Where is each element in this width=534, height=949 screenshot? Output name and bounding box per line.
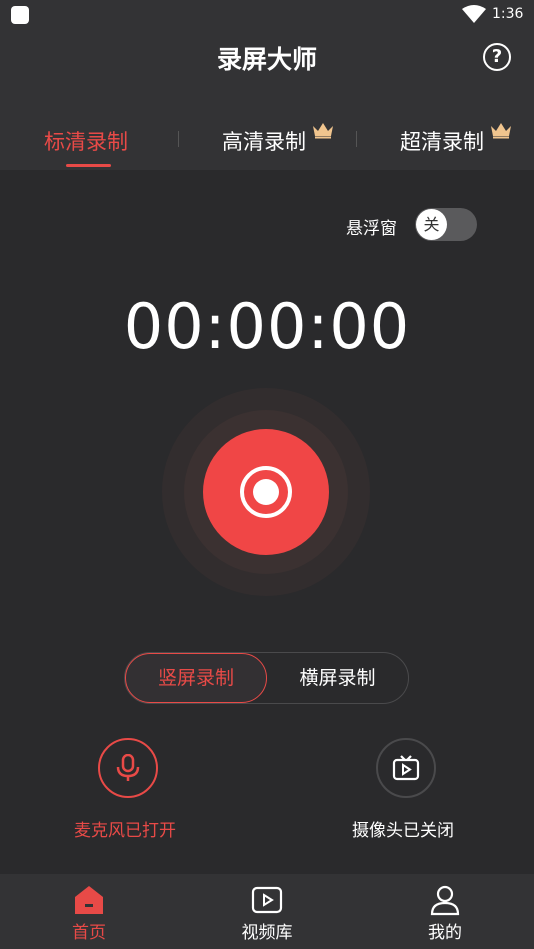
microphone-icon [116, 754, 140, 781]
recording-timer: 00:00:00 [123, 290, 411, 363]
toggle-knob: 关 [416, 209, 447, 240]
wifi-icon [462, 5, 486, 23]
active-tab-indicator [66, 164, 111, 167]
nav-home[interactable]: 首页 [0, 874, 178, 949]
tab-uhd[interactable]: 超清录制 [400, 126, 484, 156]
help-icon[interactable]: ? [483, 43, 511, 71]
tab-divider [178, 131, 179, 147]
microphone-button[interactable] [98, 738, 158, 798]
nav-home-label: 首页 [72, 923, 106, 943]
page-title: 录屏大师 [216, 45, 317, 74]
crown-icon [313, 123, 333, 139]
camera-button[interactable] [376, 738, 436, 798]
microphone-status-label: 麦克风已打开 [74, 821, 176, 841]
nav-video-library-label: 视频库 [241, 923, 293, 943]
landscape-record-option[interactable]: 横屏录制 [267, 653, 408, 703]
crown-icon [491, 123, 511, 139]
home-icon [75, 886, 103, 914]
nav-profile-label: 我的 [428, 923, 462, 943]
portrait-record-option[interactable]: 竖屏录制 [125, 653, 267, 703]
bottom-navigation: 首页 视频库 我的 [0, 874, 534, 949]
nav-video-library[interactable]: 视频库 [178, 874, 356, 949]
profile-icon [430, 885, 460, 916]
tab-divider [356, 131, 357, 147]
status-bar: 1:36 [0, 0, 534, 30]
nav-profile[interactable]: 我的 [356, 874, 534, 949]
record-icon [240, 466, 292, 518]
floating-window-toggle[interactable]: 关 [415, 208, 477, 241]
camera-status-label: 摄像头已关闭 [352, 821, 454, 841]
tv-play-icon [392, 755, 420, 781]
app-notification-icon [11, 6, 29, 24]
video-library-icon [251, 886, 283, 914]
tab-hd[interactable]: 高清录制 [222, 126, 306, 156]
status-time: 1:36 [492, 6, 524, 22]
tab-standard[interactable]: 标清录制 [44, 126, 128, 156]
floating-window-label: 悬浮窗 [346, 219, 397, 239]
